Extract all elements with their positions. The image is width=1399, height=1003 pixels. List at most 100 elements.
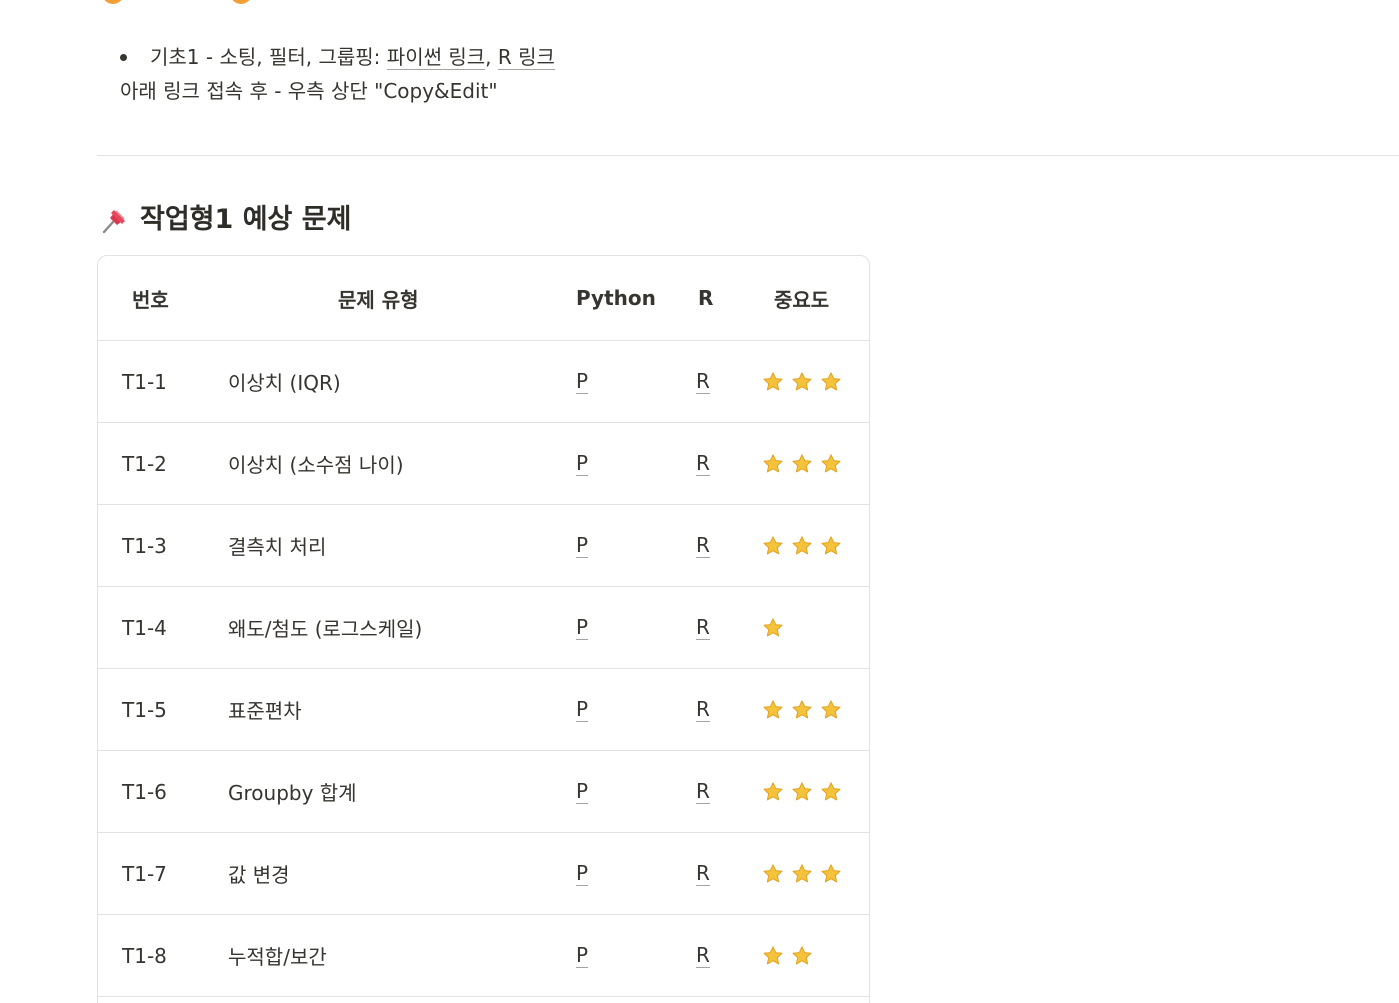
table-row: T1-3 결측치 처리 P R: [98, 505, 869, 587]
python-notebook-link[interactable]: P: [576, 341, 589, 422]
star-icon: [763, 781, 783, 800]
table-row: T1-5 표준편차 P R: [98, 669, 869, 751]
orange-emoji-icon: [102, 0, 124, 4]
bullet-text: 기초1 - 소팅, 필터, 그룹핑:: [150, 45, 387, 69]
star-icon: [821, 863, 841, 882]
table-row: T1-8 누적합/보간 P R: [98, 915, 869, 997]
table-header-row: 번호 문제 유형 Python R 중요도: [98, 256, 869, 341]
python-link[interactable]: P: [576, 533, 589, 558]
r-notebook-link[interactable]: R: [696, 505, 710, 586]
row-num: T1-2: [122, 451, 167, 476]
star-icon: [821, 699, 841, 718]
importance-stars: [762, 341, 842, 422]
star-icon: [792, 945, 812, 964]
python-link[interactable]: P: [576, 369, 589, 394]
row-num: T1-3: [122, 533, 167, 558]
r-notebook-link[interactable]: R: [696, 915, 710, 996]
python-link[interactable]: 파이썬 링크: [386, 45, 486, 70]
row-type: 이상치 (소수점 나이): [228, 453, 404, 477]
r-notebook-link[interactable]: R: [696, 669, 710, 750]
row-type: 값 변경: [228, 863, 290, 887]
importance-stars: [762, 423, 842, 504]
python-link[interactable]: P: [576, 697, 589, 722]
python-link[interactable]: P: [576, 943, 589, 968]
table-row: T1-4 왜도/첨도 (로그스케일) P R: [98, 587, 869, 669]
r-link[interactable]: R: [696, 861, 710, 886]
star-icon: [763, 945, 783, 964]
r-link[interactable]: R: [696, 943, 710, 968]
star-icon: [792, 699, 812, 718]
importance-stars: [762, 915, 813, 996]
importance-stars: [762, 505, 842, 586]
importance-stars: [762, 587, 784, 668]
row-type: 결측치 처리: [228, 535, 327, 559]
r-link[interactable]: R: [696, 451, 710, 476]
python-link[interactable]: P: [576, 615, 589, 640]
python-link[interactable]: P: [576, 861, 589, 886]
table-row: T1-7 값 변경 P R: [98, 833, 869, 915]
row-num: T1-5: [122, 697, 167, 722]
row-type: 표준편차: [228, 699, 302, 723]
star-icon: [792, 453, 812, 472]
link-separator: ,: [485, 45, 498, 69]
r-notebook-link[interactable]: R: [696, 833, 710, 914]
star-icon: [792, 781, 812, 800]
notion-page: 기초1 - 소팅, 필터, 그룹핑: 파이썬 링크, R 링크 아래 링크 접속…: [0, 0, 1399, 1003]
header-type: 문제 유형: [338, 287, 419, 312]
star-icon: [792, 371, 812, 390]
r-notebook-link[interactable]: R: [696, 587, 710, 668]
intro-bullet: 기초1 - 소팅, 필터, 그룹핑: 파이썬 링크, R 링크: [110, 40, 555, 74]
star-icon: [821, 535, 841, 554]
problems-table: 번호 문제 유형 Python R 중요도 T1-1 이상치 (IQR) P R T1-…: [97, 255, 870, 1003]
table-body: T1-1 이상치 (IQR) P R T1-2 이상치 (소수점 나이) P R T1-3 결측치…: [98, 341, 869, 997]
section-title: 작업형1 예상 문제: [140, 204, 352, 235]
python-notebook-link[interactable]: P: [576, 587, 589, 668]
star-icon: [763, 453, 783, 472]
python-link[interactable]: P: [576, 451, 589, 476]
importance-stars: [762, 833, 842, 914]
section-heading: 작업형1 예상 문제: [100, 198, 351, 242]
row-type: Groupby 합계: [228, 781, 357, 805]
python-notebook-link[interactable]: P: [576, 505, 589, 586]
python-notebook-link[interactable]: P: [576, 915, 589, 996]
header-python: Python: [576, 286, 656, 310]
star-icon: [821, 453, 841, 472]
table-row: T1-1 이상치 (IQR) P R: [98, 341, 869, 423]
table-row: T1-2 이상치 (소수점 나이) P R: [98, 423, 869, 505]
header-r: R: [698, 286, 714, 310]
r-link[interactable]: R: [696, 615, 710, 640]
row-num: T1-7: [122, 861, 167, 886]
r-notebook-link[interactable]: R: [696, 751, 710, 832]
star-icon: [821, 371, 841, 390]
r-link[interactable]: R: [696, 697, 710, 722]
r-link[interactable]: R: [696, 369, 710, 394]
python-link[interactable]: P: [576, 779, 589, 804]
orange-emoji-icon: [230, 0, 252, 4]
row-type: 이상치 (IQR): [228, 371, 341, 395]
star-icon: [792, 535, 812, 554]
importance-stars: [762, 751, 842, 832]
star-icon: [763, 617, 783, 636]
python-notebook-link[interactable]: P: [576, 833, 589, 914]
star-icon: [763, 535, 783, 554]
table-row: T1-6 Groupby 합계 P R: [98, 751, 869, 833]
r-link[interactable]: R 링크: [497, 45, 555, 70]
r-notebook-link[interactable]: R: [696, 341, 710, 422]
row-type: 누적합/보간: [228, 945, 327, 969]
header-importance: 중요도: [774, 287, 830, 312]
r-link[interactable]: R: [696, 779, 710, 804]
python-notebook-link[interactable]: P: [576, 423, 589, 504]
row-num: T1-1: [122, 369, 167, 394]
divider: [97, 155, 1399, 156]
star-icon: [821, 781, 841, 800]
python-notebook-link[interactable]: P: [576, 669, 589, 750]
row-num: T1-4: [122, 615, 167, 640]
python-notebook-link[interactable]: P: [576, 751, 589, 832]
bullet-item: 기초1 - 소팅, 필터, 그룹핑: 파이썬 링크, R 링크: [110, 40, 555, 74]
pushpin-icon: [102, 210, 125, 234]
r-notebook-link[interactable]: R: [696, 423, 710, 504]
row-type: 왜도/첨도 (로그스케일): [228, 617, 423, 641]
star-icon: [763, 371, 783, 390]
r-link[interactable]: R: [696, 533, 710, 558]
bullet-dot-icon: [120, 54, 127, 61]
